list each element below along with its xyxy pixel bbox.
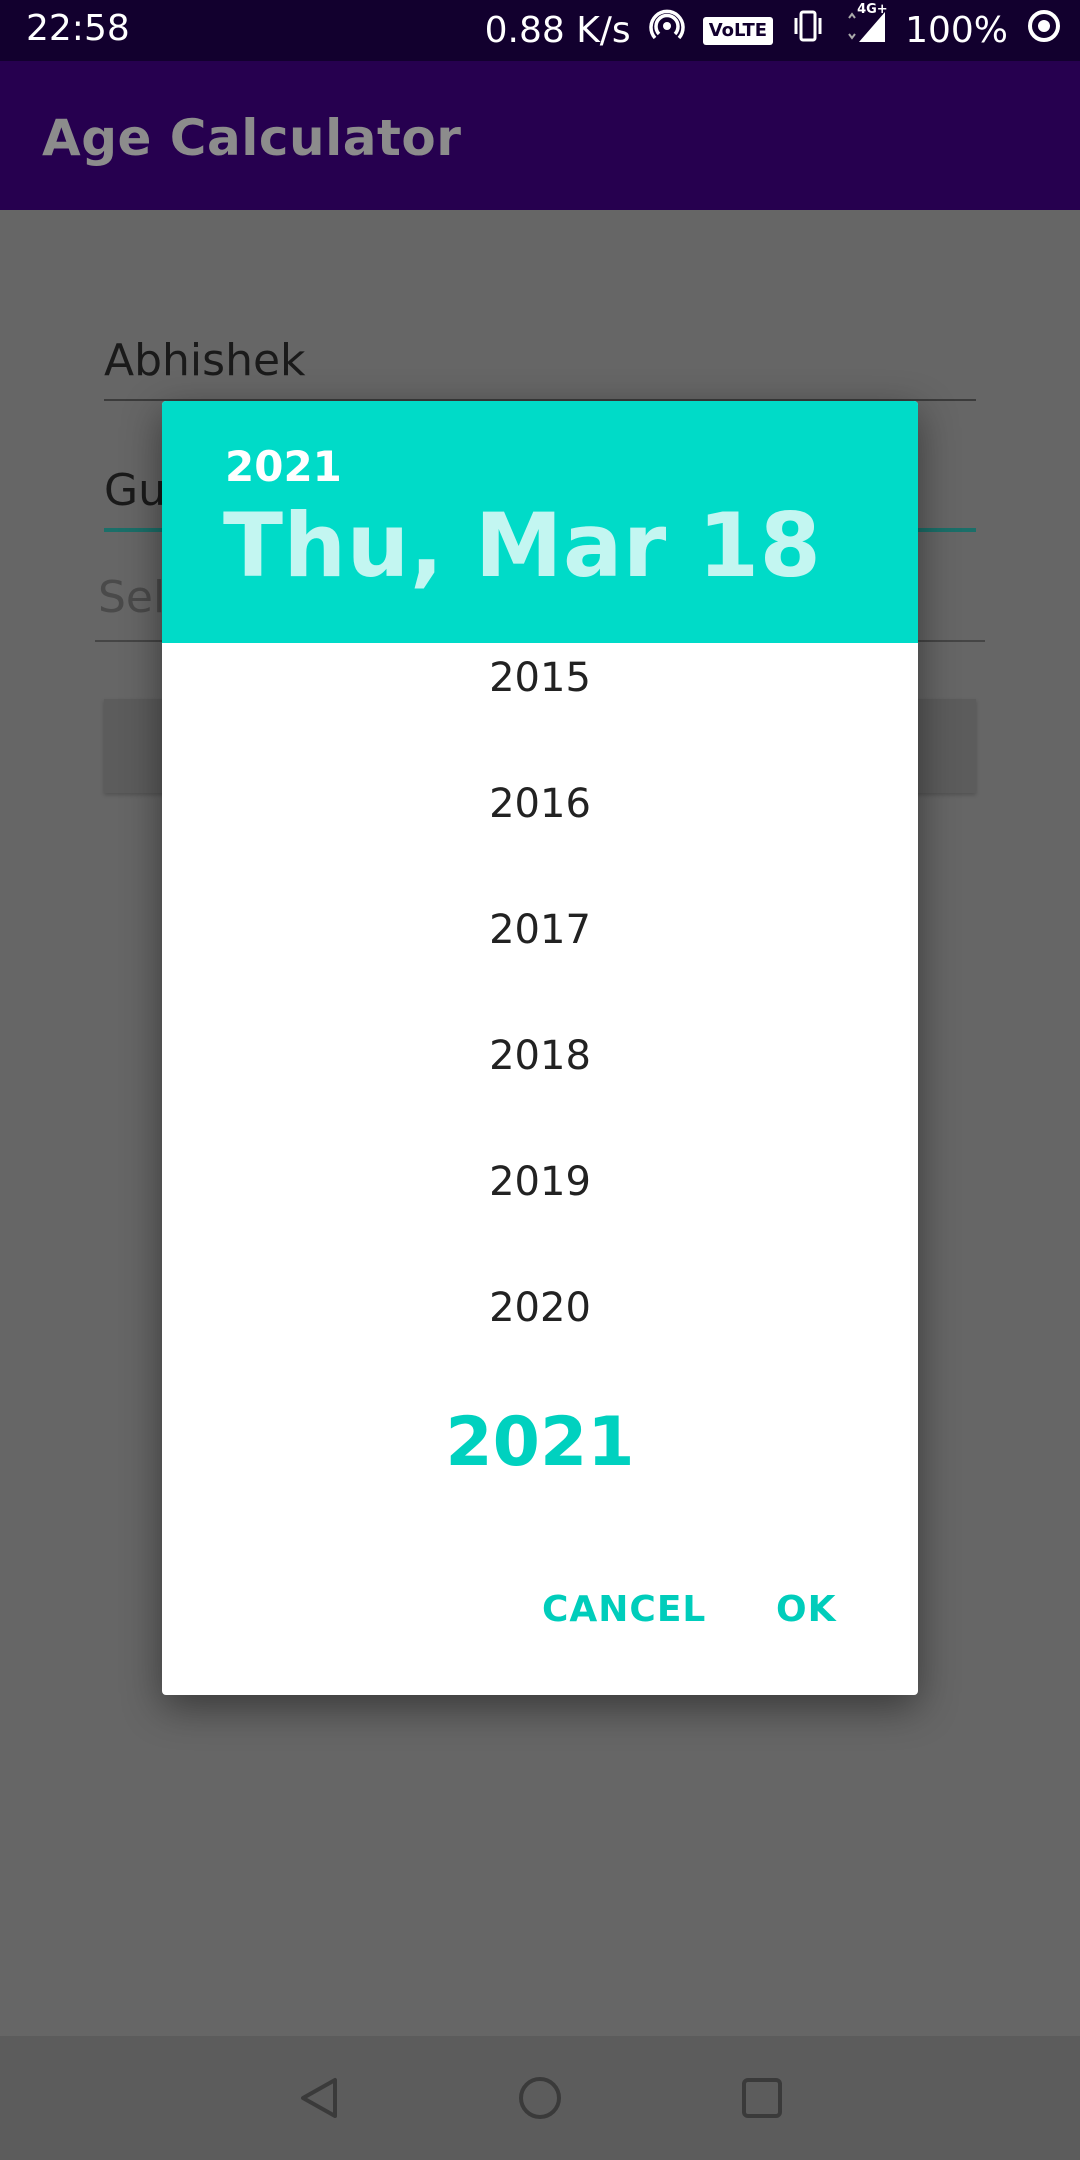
name-field[interactable]: Abhishek	[104, 335, 306, 386]
notification-dot-icon	[1026, 8, 1062, 53]
battery-level: 100%	[905, 10, 1008, 51]
year-item-2015[interactable]: 2015	[162, 655, 918, 701]
navigation-bar	[0, 2036, 1080, 2160]
status-time: 22:58	[26, 8, 130, 49]
header-date[interactable]: Thu, Mar 18	[223, 494, 821, 597]
year-item-2018[interactable]: 2018	[162, 1033, 918, 1079]
home-icon[interactable]	[514, 2072, 566, 2124]
cancel-button[interactable]: CANCEL	[542, 1589, 706, 1630]
date-picker-dialog: 2021 Thu, Mar 18 2015 2016 2017 2018 201…	[162, 401, 918, 1695]
year-item-2016[interactable]: 2016	[162, 781, 918, 827]
status-bar: 22:58 0.88 K/s VoLTE 4G+ 100%	[0, 0, 1080, 61]
vibrate-icon	[791, 8, 825, 53]
app-bar: Age Calculator	[0, 61, 1080, 210]
network-speed: 0.88 K/s	[484, 10, 631, 51]
year-item-selected[interactable]: 2021	[162, 1403, 918, 1482]
recents-icon[interactable]	[736, 2072, 788, 2124]
status-icons: 0.88 K/s VoLTE 4G+ 100%	[484, 2, 1062, 53]
back-icon[interactable]	[293, 2072, 345, 2124]
year-list[interactable]: 2015 2016 2017 2018 2019 2020 2021	[162, 643, 918, 1543]
header-year[interactable]: 2021	[225, 442, 342, 491]
volte-badge: VoLTE	[702, 16, 774, 45]
hotspot-icon	[648, 8, 685, 53]
year-item-2019[interactable]: 2019	[162, 1159, 918, 1205]
signal-icon: 4G+	[843, 2, 888, 53]
surname-field[interactable]: Gu	[104, 465, 166, 516]
date-select-field[interactable]: Sel	[98, 572, 165, 623]
ok-button[interactable]: OK	[776, 1589, 837, 1630]
dialog-header: 2021 Thu, Mar 18	[162, 401, 918, 643]
network-type: 4G+	[857, 2, 888, 17]
year-item-2017[interactable]: 2017	[162, 907, 918, 953]
dialog-actions: CANCEL OK	[162, 1555, 918, 1695]
app-title: Age Calculator	[42, 109, 462, 167]
year-item-2020[interactable]: 2020	[162, 1285, 918, 1331]
